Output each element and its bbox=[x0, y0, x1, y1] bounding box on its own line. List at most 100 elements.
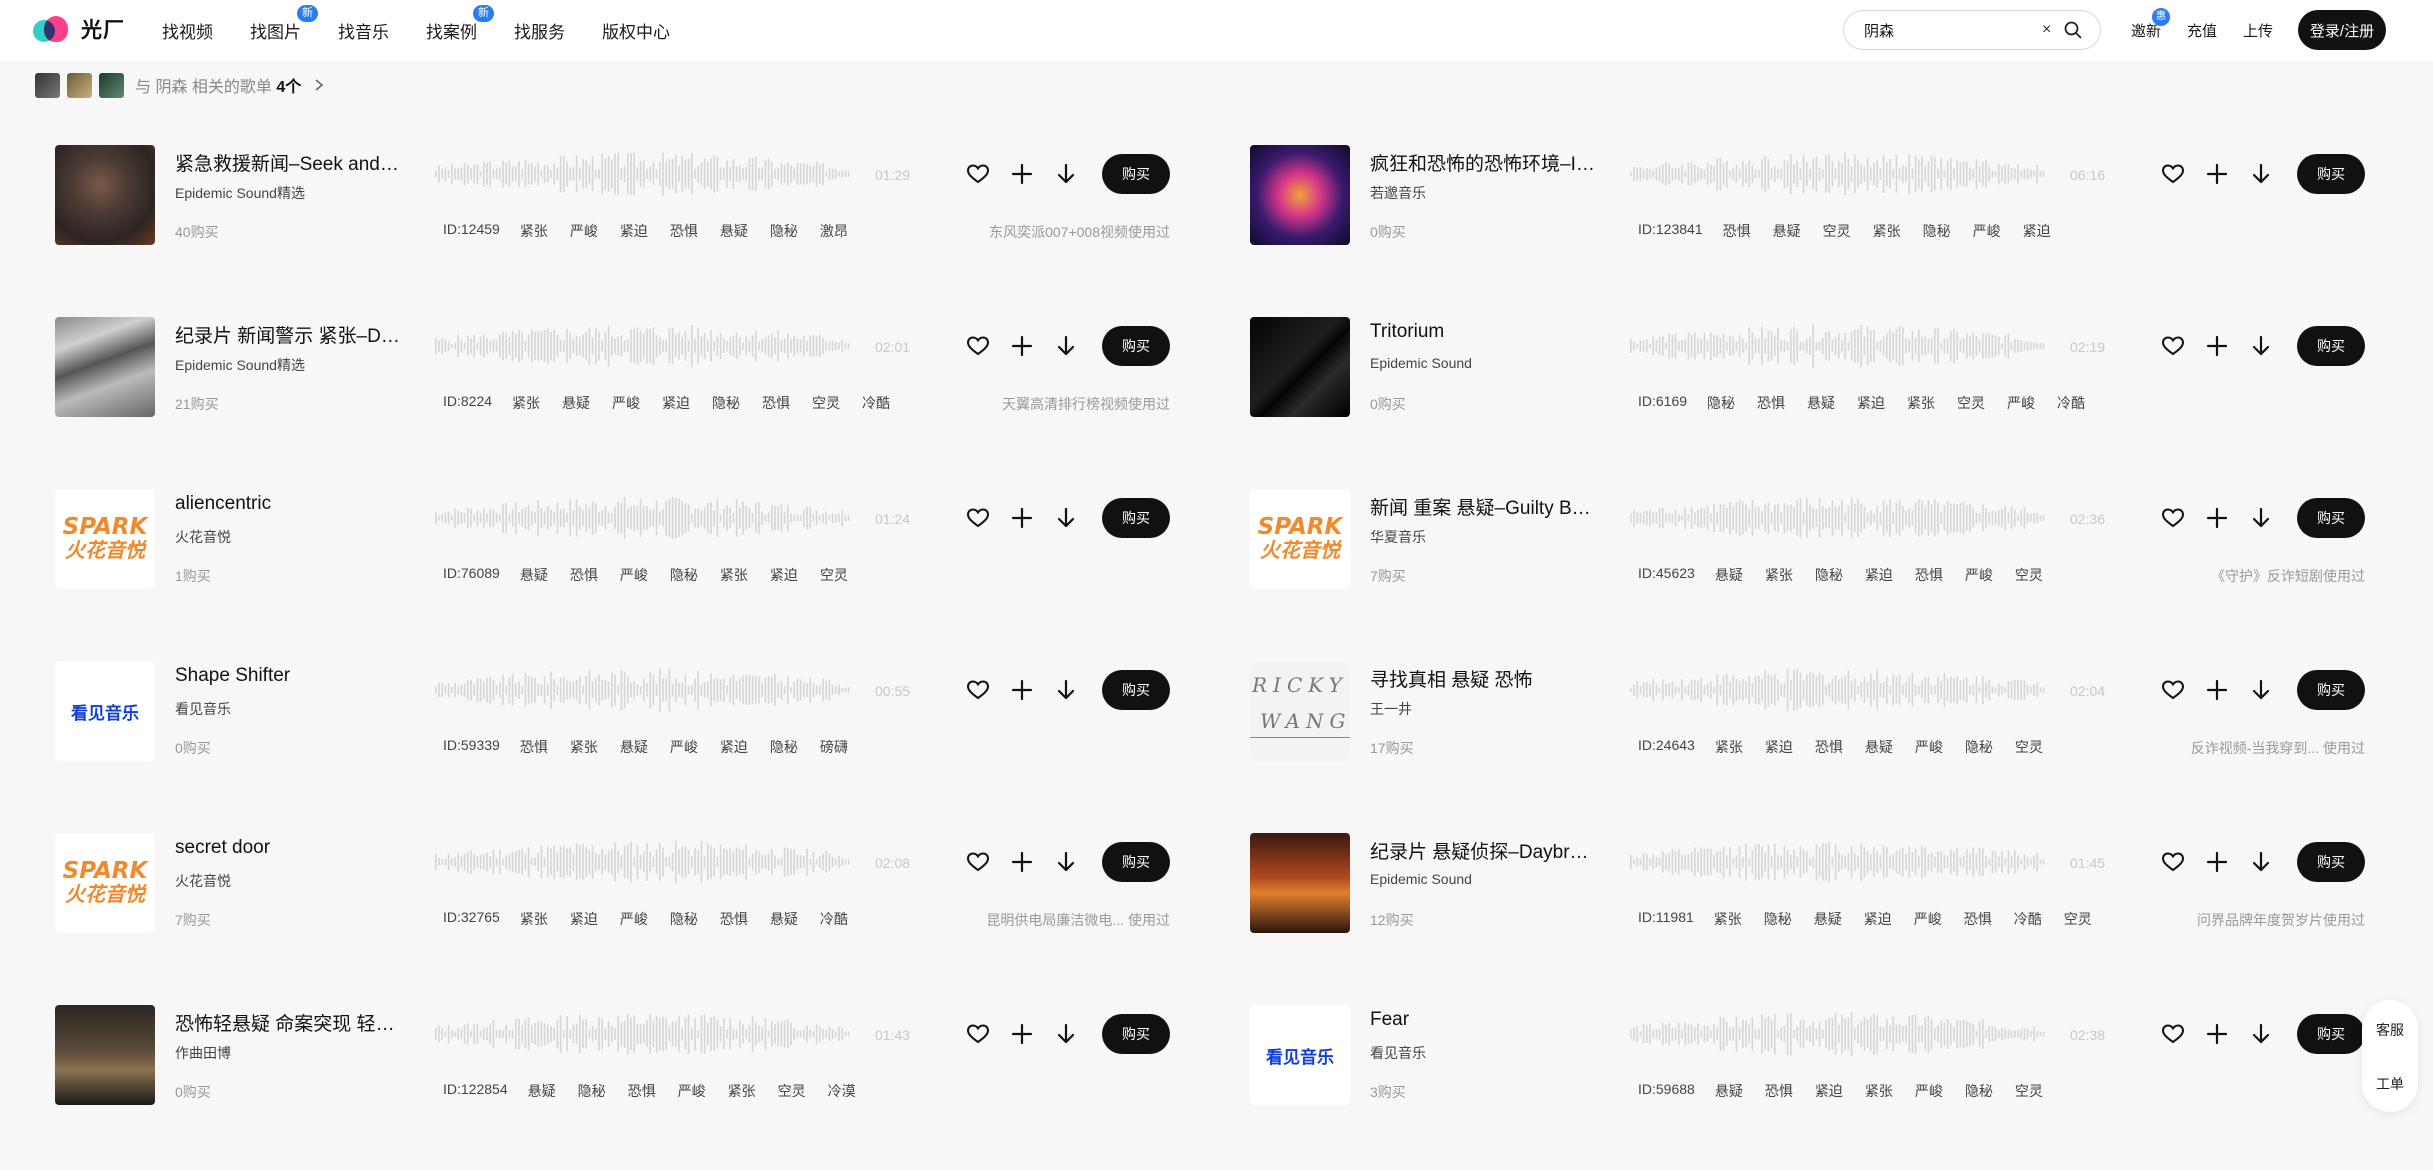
login-register-button[interactable]: 登录/注册 bbox=[2298, 10, 2386, 50]
heart-icon[interactable] bbox=[2160, 849, 2186, 875]
track-tag[interactable]: 严峻 bbox=[620, 909, 648, 929]
track-tag[interactable]: 严峻 bbox=[1915, 737, 1943, 757]
heart-icon[interactable] bbox=[965, 161, 991, 187]
track-cover[interactable] bbox=[1250, 145, 1350, 245]
track-tag[interactable]: 严峻 bbox=[1973, 221, 2001, 241]
track-tag[interactable]: 空灵 bbox=[778, 1081, 806, 1101]
plus-icon[interactable] bbox=[2204, 677, 2230, 703]
download-arrow-icon[interactable] bbox=[2248, 161, 2274, 187]
track-tag[interactable]: 冷酷 bbox=[862, 393, 890, 413]
track-cover[interactable]: SPARK 火花音悦 bbox=[55, 833, 155, 933]
track-title[interactable]: 紧急救援新闻–Seek and Rescue bbox=[175, 149, 400, 176]
track-tag[interactable]: 严峻 bbox=[1965, 565, 1993, 585]
track-tag[interactable]: 紧张 bbox=[1907, 393, 1935, 413]
nav-item[interactable]: 版权中心 bbox=[602, 18, 670, 43]
waveform[interactable] bbox=[1630, 1005, 2050, 1063]
track-artist[interactable]: 看见音乐 bbox=[1370, 1043, 1426, 1063]
download-arrow-icon[interactable] bbox=[1053, 333, 1079, 359]
track-tag[interactable]: 隐秘 bbox=[578, 1081, 606, 1101]
track-cover[interactable]: SPARK 火花音悦 bbox=[1250, 489, 1350, 589]
track-card[interactable]: SPARK 火花音悦 secret door 火花音悦 7购买 02:08 ID:32765… bbox=[55, 833, 1205, 943]
track-card[interactable]: 看见音乐 Fear 看见音乐 3购买 02:38 ID:59688 悬疑 恐惧 紧迫 紧张 严峻 隐秘… bbox=[1250, 1005, 2400, 1115]
track-tag[interactable]: 紧张 bbox=[570, 737, 598, 757]
buy-button[interactable]: 购买 bbox=[2297, 326, 2365, 366]
track-card[interactable]: 恐怖轻悬疑 命案突现 轻悬疑背景作曲田博 0购买 01:43 ID:122854 悬疑 隐… bbox=[55, 1005, 1205, 1115]
track-card[interactable]: 看见音乐 Shape Shifter 看见音乐 0购买 00:55 ID:59339 恐惧 紧… bbox=[55, 661, 1205, 771]
track-tag[interactable]: 隐秘 bbox=[770, 221, 798, 241]
plus-icon[interactable] bbox=[2204, 333, 2230, 359]
track-tag[interactable]: 严峻 bbox=[612, 393, 640, 413]
track-tag[interactable]: 悬疑 bbox=[720, 221, 748, 241]
track-tag[interactable]: 悬疑 bbox=[1865, 737, 1893, 757]
track-tag[interactable]: 恐惧 bbox=[1815, 737, 1843, 757]
waveform[interactable] bbox=[435, 833, 855, 891]
track-cover[interactable] bbox=[1250, 833, 1350, 933]
track-tag[interactable]: 紧张 bbox=[1873, 221, 1901, 241]
track-artist[interactable]: 若邈音乐 bbox=[1370, 183, 1426, 203]
track-tag[interactable]: 隐秘 bbox=[670, 909, 698, 929]
track-tag[interactable]: 隐秘 bbox=[1923, 221, 1951, 241]
track-tag[interactable]: 悬疑 bbox=[528, 1081, 556, 1101]
track-tag[interactable]: 隐秘 bbox=[1764, 909, 1792, 929]
track-tag[interactable]: 紧迫 bbox=[1864, 909, 1892, 929]
heart-icon[interactable] bbox=[2160, 677, 2186, 703]
buy-button[interactable]: 购买 bbox=[1102, 154, 1170, 194]
track-tag[interactable]: 恐惧 bbox=[762, 393, 790, 413]
track-tag[interactable]: 悬疑 bbox=[1773, 221, 1801, 241]
clear-search-icon[interactable]: × bbox=[2042, 21, 2051, 39]
track-title[interactable]: 寻找真相 悬疑 恐怖 bbox=[1370, 665, 1595, 692]
track-tag[interactable]: 紧张 bbox=[512, 393, 540, 413]
track-title[interactable]: Shape Shifter bbox=[175, 665, 400, 687]
track-tag[interactable]: 空灵 bbox=[2064, 909, 2092, 929]
track-artist[interactable]: 火花音悦 bbox=[175, 871, 231, 891]
track-card[interactable]: 纪录片 悬疑侦探–Daybreak Epidemic Sound 12购买 01:45… bbox=[1250, 833, 2400, 943]
track-tag[interactable]: 紧迫 bbox=[720, 737, 748, 757]
track-cover[interactable] bbox=[1250, 317, 1350, 417]
nav-item[interactable]: 找服务 bbox=[514, 18, 565, 43]
track-tag[interactable]: 隐秘 bbox=[712, 393, 740, 413]
track-tag[interactable]: 冷酷 bbox=[2014, 909, 2042, 929]
track-tag[interactable]: 隐秘 bbox=[670, 565, 698, 585]
track-artist[interactable]: Epidemic Sound精选 bbox=[175, 183, 305, 203]
download-arrow-icon[interactable] bbox=[2248, 849, 2274, 875]
track-tag[interactable]: 悬疑 bbox=[1715, 1081, 1743, 1101]
track-tag[interactable]: 隐秘 bbox=[1965, 737, 1993, 757]
track-cover[interactable]: 看见音乐 bbox=[55, 661, 155, 761]
heart-icon[interactable] bbox=[965, 849, 991, 875]
track-tag[interactable]: 隐秘 bbox=[1965, 1081, 1993, 1101]
buy-button[interactable]: 购买 bbox=[1102, 498, 1170, 538]
track-cover[interactable] bbox=[55, 317, 155, 417]
plus-icon[interactable] bbox=[1009, 849, 1035, 875]
track-card[interactable]: RICKY WANG 寻找真相 悬疑 恐怖 王一井 17购买 02:04 ID:24643 紧… bbox=[1250, 661, 2400, 771]
track-card[interactable]: SPARK火花音悦新闻 重案 悬疑–Guilty Before Trial华夏音… bbox=[1250, 489, 2400, 599]
waveform[interactable] bbox=[1630, 833, 2050, 891]
track-tag[interactable]: 空灵 bbox=[2015, 737, 2043, 757]
track-tag[interactable]: 冷酷 bbox=[2057, 393, 2085, 413]
track-tag[interactable]: 恐惧 bbox=[570, 565, 598, 585]
track-tag[interactable]: 悬疑 bbox=[770, 909, 798, 929]
track-tag[interactable]: 隐秘 bbox=[1815, 565, 1843, 585]
track-tag[interactable]: 严峻 bbox=[678, 1081, 706, 1101]
track-artist[interactable]: Epidemic Sound精选 bbox=[175, 355, 305, 375]
buy-button[interactable]: 购买 bbox=[2297, 842, 2365, 882]
track-tag[interactable]: 空灵 bbox=[2015, 1081, 2043, 1101]
heart-icon[interactable] bbox=[965, 333, 991, 359]
waveform[interactable] bbox=[435, 1005, 855, 1063]
waveform[interactable] bbox=[435, 489, 855, 547]
track-tag[interactable]: 严峻 bbox=[1914, 909, 1942, 929]
track-tag[interactable]: 紧张 bbox=[720, 565, 748, 585]
track-artist[interactable]: 火花音悦 bbox=[175, 527, 231, 547]
download-arrow-icon[interactable] bbox=[1053, 849, 1079, 875]
track-tag[interactable]: 恐惧 bbox=[1964, 909, 1992, 929]
track-tag[interactable]: 冷酷 bbox=[820, 909, 848, 929]
related-playlists[interactable]: 与 阴森 相关的歌单 4个 bbox=[35, 71, 325, 99]
track-tag[interactable]: 悬疑 bbox=[520, 565, 548, 585]
plus-icon[interactable] bbox=[2204, 1021, 2230, 1047]
track-tag[interactable]: 激昂 bbox=[820, 221, 848, 241]
buy-button[interactable]: 购买 bbox=[1102, 1014, 1170, 1054]
track-title[interactable]: 新闻 重案 悬疑–Guilty Before Trial bbox=[1370, 493, 1595, 520]
nav-item[interactable]: 找音乐 bbox=[338, 18, 389, 43]
track-tag[interactable]: 紧迫 bbox=[570, 909, 598, 929]
track-cover[interactable]: 看见音乐 bbox=[1250, 1005, 1350, 1105]
track-tag[interactable]: 紧张 bbox=[1765, 565, 1793, 585]
